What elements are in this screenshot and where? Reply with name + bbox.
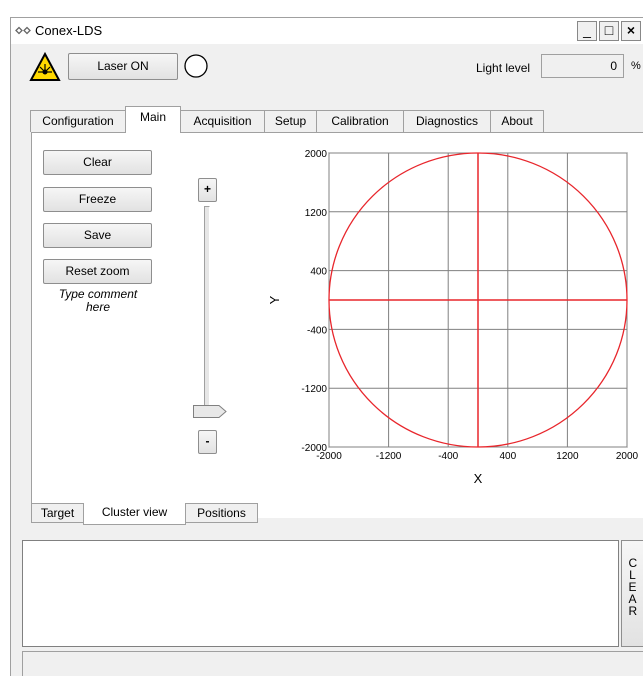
tab-positions[interactable]: Positions [185, 503, 258, 523]
y-tick-label: 2000 [305, 149, 328, 160]
tab-calibration[interactable]: Calibration [316, 110, 404, 132]
reset-zoom-button[interactable]: Reset zoom [43, 259, 152, 284]
x-tick-label: -400 [438, 451, 458, 462]
y-tick-label: 400 [310, 267, 327, 278]
light-level-field: 0 [541, 54, 624, 78]
y-tick-label: 1200 [305, 208, 328, 219]
laser-status-indicator-icon [184, 54, 208, 78]
laser-warning-icon [29, 52, 61, 81]
laser-on-button[interactable]: Laser ON [68, 53, 178, 80]
window-title: Conex-LDS [35, 23, 103, 38]
tab-setup[interactable]: Setup [264, 110, 317, 132]
app-window: Conex-LDS _ □ × Laser ON Light level 0 %… [10, 17, 643, 676]
minimize-button[interactable]: _ [577, 21, 597, 41]
status-bar [22, 651, 643, 676]
zoom-out-button[interactable]: - [198, 430, 217, 454]
tab-target[interactable]: Target [31, 503, 84, 523]
maximize-button[interactable]: □ [599, 21, 619, 41]
log-textbox[interactable] [22, 540, 619, 647]
comment-field[interactable]: Type comment here [54, 288, 142, 314]
y-tick-label: -1200 [301, 384, 327, 395]
freeze-button[interactable]: Freeze [43, 187, 152, 212]
link-icon [15, 26, 31, 35]
y-tick-label: -2000 [301, 443, 327, 454]
title-bar[interactable]: Conex-LDS _ □ × [11, 18, 643, 44]
tab-main[interactable]: Main [125, 106, 181, 133]
tab-acquisition[interactable]: Acquisition [180, 110, 265, 132]
zoom-slider-thumb[interactable] [192, 403, 228, 419]
save-button[interactable]: Save [43, 223, 152, 248]
x-axis-label: X [474, 471, 483, 486]
log-clear-label: CLEAR [628, 556, 638, 618]
x-tick-label: 1200 [556, 451, 579, 462]
tab-configuration[interactable]: Configuration [30, 110, 126, 132]
main-tab-panel: Clear Freeze Save Reset zoom Type commen… [31, 132, 643, 518]
y-tick-label: -400 [307, 325, 327, 336]
light-level-label: Light level [476, 61, 531, 75]
zoom-in-button[interactable]: + [198, 178, 217, 202]
log-clear-button[interactable]: CLEAR [621, 540, 643, 647]
clear-button[interactable]: Clear [43, 150, 152, 175]
x-tick-label: -1200 [376, 451, 402, 462]
cluster-plot[interactable]: -2000 -1200 -400 400 1200 2000 2000 1200 400 -400… [257, 143, 643, 488]
x-tick-label: 2000 [616, 451, 639, 462]
light-level-value: 0 [610, 59, 617, 73]
light-level-unit: % [631, 60, 641, 72]
close-button[interactable]: × [621, 21, 641, 41]
tab-diagnostics[interactable]: Diagnostics [403, 110, 491, 132]
x-tick-label: 400 [499, 451, 516, 462]
tab-cluster-view[interactable]: Cluster view [83, 503, 186, 525]
zoom-slider-track[interactable] [204, 206, 210, 418]
tab-about[interactable]: About [490, 110, 544, 132]
y-axis-label: Y [267, 295, 282, 304]
